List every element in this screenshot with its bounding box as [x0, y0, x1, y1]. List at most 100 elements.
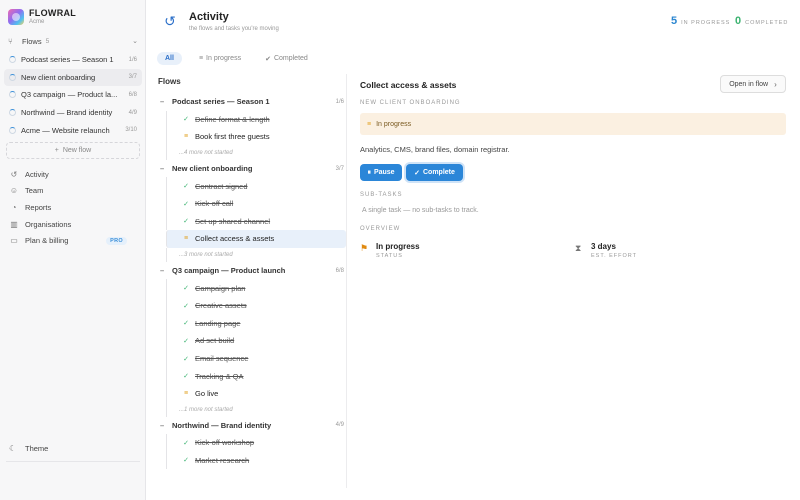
flow-group-name: New client onboarding [172, 164, 253, 174]
sidebar-flow-item[interactable]: Podcast series — Season 1 1/6 [4, 51, 142, 69]
complete-button[interactable]: ✓ Complete [406, 164, 463, 181]
brand[interactable]: FLOWRAL Acme [8, 8, 76, 25]
task-row[interactable]: ≡ Book first three guests [166, 128, 346, 146]
in-progress-icon: ≡ [183, 235, 189, 243]
task-name: Landing page [195, 318, 241, 328]
task-name: Kick-off call [195, 199, 234, 209]
progress-ring-icon [9, 91, 16, 99]
sidebar-flow-name: Acme — Website relaunch [21, 125, 110, 135]
flow-group-header[interactable]: – New client onboarding 3/7 [160, 160, 346, 178]
flow-group-count: 3/7 [335, 165, 344, 172]
task-name: Collect access & assets [195, 234, 275, 244]
check-icon: ✓ [183, 320, 189, 328]
flow-group-header[interactable]: – Northwind — Brand identity 4/9 [160, 417, 346, 435]
sidebar-flow-item-active[interactable]: New client onboarding 3/7 [4, 68, 142, 87]
pause-button[interactable]: ⏸ Pause [360, 164, 402, 181]
flow-group-name: Northwind — Brand identity [172, 420, 272, 430]
check-icon: ✓ [183, 355, 189, 363]
in-progress-icon: ≡ [183, 133, 189, 141]
sidebar-item-reports[interactable]: ◔ Reports [4, 199, 142, 216]
sidebar-flow-item[interactable]: Q3 campaign — Product la... 6/8 [4, 86, 142, 104]
task-row[interactable]: ✓ Tracking & QA [166, 367, 346, 385]
in-progress-label: IN PROGRESS [681, 20, 731, 26]
check-icon: ✓ [183, 337, 189, 345]
new-flow-button[interactable]: + New flow [6, 142, 140, 159]
sidebar-item-activity[interactable]: ↺ Activity [4, 166, 142, 183]
task-row[interactable]: ✓ Set up shared channel [166, 212, 346, 231]
task-row[interactable]: ✓ Contract signed [166, 177, 346, 195]
subtasks-heading: SUB-TASKS [360, 192, 403, 198]
sidebar-flow-item[interactable]: Acme — Website relaunch 3/10 [4, 121, 142, 139]
task-row[interactable]: ✓ Market research [166, 451, 346, 470]
check-icon: ✓ [183, 302, 189, 310]
task-name: Market research [195, 455, 250, 465]
tab-all[interactable]: All [157, 52, 182, 65]
check-icon: ✓ [183, 200, 189, 208]
flag-icon: ⚑ [360, 243, 369, 253]
task-name: Define format & length [195, 114, 270, 124]
building-icon: ▥ [10, 219, 18, 229]
theme-toggle[interactable]: ☾ Theme [9, 444, 48, 453]
subtasks-empty-text: A single task — no sub-tasks to track. [362, 207, 479, 214]
flow-group-header[interactable]: – Podcast series — Season 1 1/6 [160, 93, 346, 111]
chevron-right-icon: › [774, 79, 777, 89]
filter-tabs: All ≡ In progress ✔ Completed [157, 52, 325, 65]
task-flow-name: NEW CLIENT ONBOARDING [360, 100, 461, 106]
progress-ring-icon [9, 56, 16, 64]
flow-group-count: 6/8 [335, 267, 344, 274]
pro-badge: PRO [106, 236, 127, 245]
task-row-selected[interactable]: ≡ Collect access & assets [166, 230, 346, 248]
sidebar-flow-count: 4/9 [128, 109, 137, 116]
overview-effort-value: 3 days [591, 242, 616, 251]
task-name: Tracking & QA [195, 371, 244, 381]
flows-section-count: 5 [45, 37, 50, 45]
task-name: Set up shared channel [195, 216, 271, 226]
check-icon: ✓ [183, 373, 189, 381]
new-flow-label: New flow [62, 147, 92, 154]
in-progress-count: 5 [671, 15, 678, 27]
task-row[interactable]: ≡ Go live [166, 384, 346, 403]
tab-completed[interactable]: ✔ Completed [258, 52, 315, 65]
open-in-flow-label: Open in flow [729, 80, 769, 88]
sidebar-item-organisations[interactable]: ▥ Organisations [4, 216, 142, 233]
page-subtitle: the flows and tasks you're moving [189, 26, 279, 32]
task-row[interactable]: ✓ Define format & length [166, 110, 346, 129]
task-row[interactable]: ✓ Creative assets [166, 296, 346, 315]
tab-in-progress[interactable]: ≡ In progress [192, 52, 248, 65]
check-icon: ✓ [183, 457, 189, 465]
open-in-flow-button[interactable]: Open in flow › [720, 75, 786, 93]
sidebar-item-team[interactable]: ☺ Team [4, 183, 142, 200]
team-icon: ☺ [9, 186, 19, 196]
task-row[interactable]: ✓ Email sequence [166, 349, 346, 368]
flow-group-header[interactable]: – Q3 campaign — Product launch 6/8 [160, 262, 346, 280]
sidebar-flow-item[interactable]: Northwind — Brand identity 4/9 [4, 104, 142, 122]
check-icon: ✓ [183, 285, 189, 293]
task-row[interactable]: ✓ Campaign plan [166, 279, 346, 297]
check-icon: ✓ [183, 218, 189, 226]
task-name: Email sequence [195, 354, 249, 364]
brand-org: Acme [29, 19, 45, 25]
sidebar-item-plan-billing[interactable]: ▭ Plan & billing PRO [4, 232, 142, 249]
task-row[interactable]: ✓ Kick-off call [166, 194, 346, 213]
sidebar-flow-name: Q3 campaign — Product la... [21, 90, 118, 100]
sidebar-flow-count: 1/6 [128, 56, 137, 63]
overview-heading: OVERVIEW [360, 226, 401, 232]
flows-panel-title: Flows [158, 77, 181, 86]
plus-icon: + [54, 147, 59, 154]
sidebar-flow-list: Podcast series — Season 1 1/6 New client… [4, 51, 142, 139]
completed-stat: 0 COMPLETED [735, 15, 788, 27]
sidebar-item-label: Team [25, 186, 44, 196]
tab-label: Completed [273, 55, 308, 62]
task-row[interactable]: ✓ Landing page [166, 314, 346, 333]
sidebar-nav: ↺ Activity ☺ Team ◔ Reports ▥ Organisati… [4, 166, 142, 249]
sidebar-item-label: Reports [25, 202, 52, 212]
task-row[interactable]: ✓ Kick-off workshop [166, 434, 346, 452]
flow-group-count: 4/9 [335, 422, 344, 429]
sidebar-item-label: Activity [25, 169, 49, 179]
flow-group-name: Q3 campaign — Product launch [172, 266, 286, 276]
task-row[interactable]: ✓ Ad set build [166, 332, 346, 350]
flows-section-toggle[interactable]: ⑂ Flows 5 ⌄ [8, 35, 138, 47]
task-name: Contract signed [195, 181, 248, 191]
sidebar-flow-name: New client onboarding [21, 72, 96, 82]
sidebar-flow-name: Podcast series — Season 1 [21, 55, 114, 65]
